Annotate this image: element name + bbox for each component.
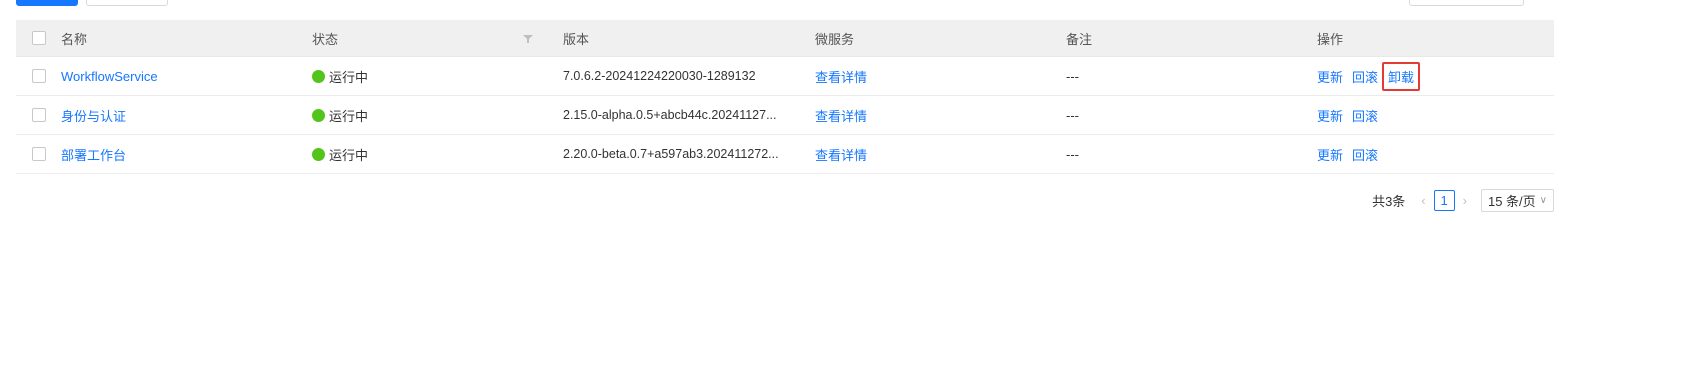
primary-action-button[interactable] <box>16 0 78 6</box>
row-actions: 更新 回滚 卸载 <box>1317 61 1421 91</box>
version-text: 7.0.6.2-20241224220030-1289132 <box>563 69 756 83</box>
row-checkbox[interactable] <box>32 108 46 122</box>
status-badge: 运行中 <box>312 145 368 164</box>
table-header: 名称 状态 版本 微服务 备注 操作 <box>16 20 1554 57</box>
remark-text: --- <box>1066 68 1079 84</box>
search-input[interactable] <box>1409 0 1524 6</box>
service-name-link[interactable]: 部署工作台 <box>61 145 126 164</box>
status-text: 运行中 <box>329 69 369 85</box>
header-status: 状态 <box>312 31 339 47</box>
header-version: 版本 <box>563 31 590 47</box>
version-text: 2.15.0-alpha.0.5+abcb44c.20241127... <box>563 108 777 122</box>
uninstall-link[interactable]: 卸载 <box>1382 61 1421 91</box>
update-link[interactable]: 更新 <box>1317 109 1343 124</box>
table-row: 部署工作台 运行中 2.20.0-beta.0.7+a597ab3.202411… <box>16 135 1554 174</box>
page-size-select[interactable]: 15 条/页 ∨ <box>1480 189 1554 212</box>
row-actions: 更新 回滚 <box>1317 106 1387 125</box>
header-microservice: 微服务 <box>815 31 855 47</box>
page-number-current[interactable]: 1 <box>1433 190 1455 211</box>
chevron-left-icon[interactable]: ‹ <box>1415 193 1431 208</box>
rollback-link[interactable]: 回滚 <box>1352 148 1378 163</box>
secondary-action-button[interactable] <box>86 0 168 6</box>
total-count: 共3条 <box>1372 194 1406 209</box>
row-checkbox[interactable] <box>32 69 46 83</box>
select-all-checkbox[interactable] <box>32 31 46 45</box>
view-details-link[interactable]: 查看详情 <box>815 106 867 125</box>
row-actions: 更新 回滚 <box>1317 145 1387 164</box>
status-badge: 运行中 <box>312 106 368 125</box>
rollback-link[interactable]: 回滚 <box>1352 109 1378 124</box>
running-status-dot-icon <box>312 108 325 122</box>
table-row: WorkflowService 运行中 7.0.6.2-202412242200… <box>16 57 1554 96</box>
view-details-link[interactable]: 查看详情 <box>815 67 867 86</box>
top-toolbar <box>0 0 1684 8</box>
service-name-link[interactable]: WorkflowService <box>61 69 158 84</box>
status-badge: 运行中 <box>312 67 368 86</box>
table-row: 身份与认证 运行中 2.15.0-alpha.0.5+abcb44c.20241… <box>16 96 1554 135</box>
header-name: 名称 <box>61 31 88 47</box>
update-link[interactable]: 更新 <box>1317 148 1343 163</box>
running-status-dot-icon <box>312 69 325 83</box>
chevron-right-icon[interactable]: › <box>1457 193 1473 208</box>
filter-icon[interactable] <box>523 34 533 44</box>
page-size-label: 15 条/页 <box>1487 194 1536 209</box>
row-checkbox[interactable] <box>32 147 46 161</box>
service-name-link[interactable]: 身份与认证 <box>61 106 126 125</box>
header-remark: 备注 <box>1066 31 1093 47</box>
status-text: 运行中 <box>329 108 369 124</box>
header-ops: 操作 <box>1317 31 1344 47</box>
version-text: 2.20.0-beta.0.7+a597ab3.202411272... <box>563 147 779 161</box>
running-status-dot-icon <box>312 147 325 161</box>
pagination: 共3条 ‹ 1 › 15 条/页 ∨ <box>1372 189 1554 212</box>
rollback-link[interactable]: 回滚 <box>1352 70 1378 85</box>
view-details-link[interactable]: 查看详情 <box>815 145 867 164</box>
update-link[interactable]: 更新 <box>1317 70 1343 85</box>
remark-text: --- <box>1066 107 1079 123</box>
service-table: 名称 状态 版本 微服务 备注 操作 WorkflowService 运行中 7… <box>16 20 1554 174</box>
status-text: 运行中 <box>329 147 369 163</box>
chevron-down-icon: ∨ <box>1539 195 1547 206</box>
remark-text: --- <box>1066 146 1079 162</box>
